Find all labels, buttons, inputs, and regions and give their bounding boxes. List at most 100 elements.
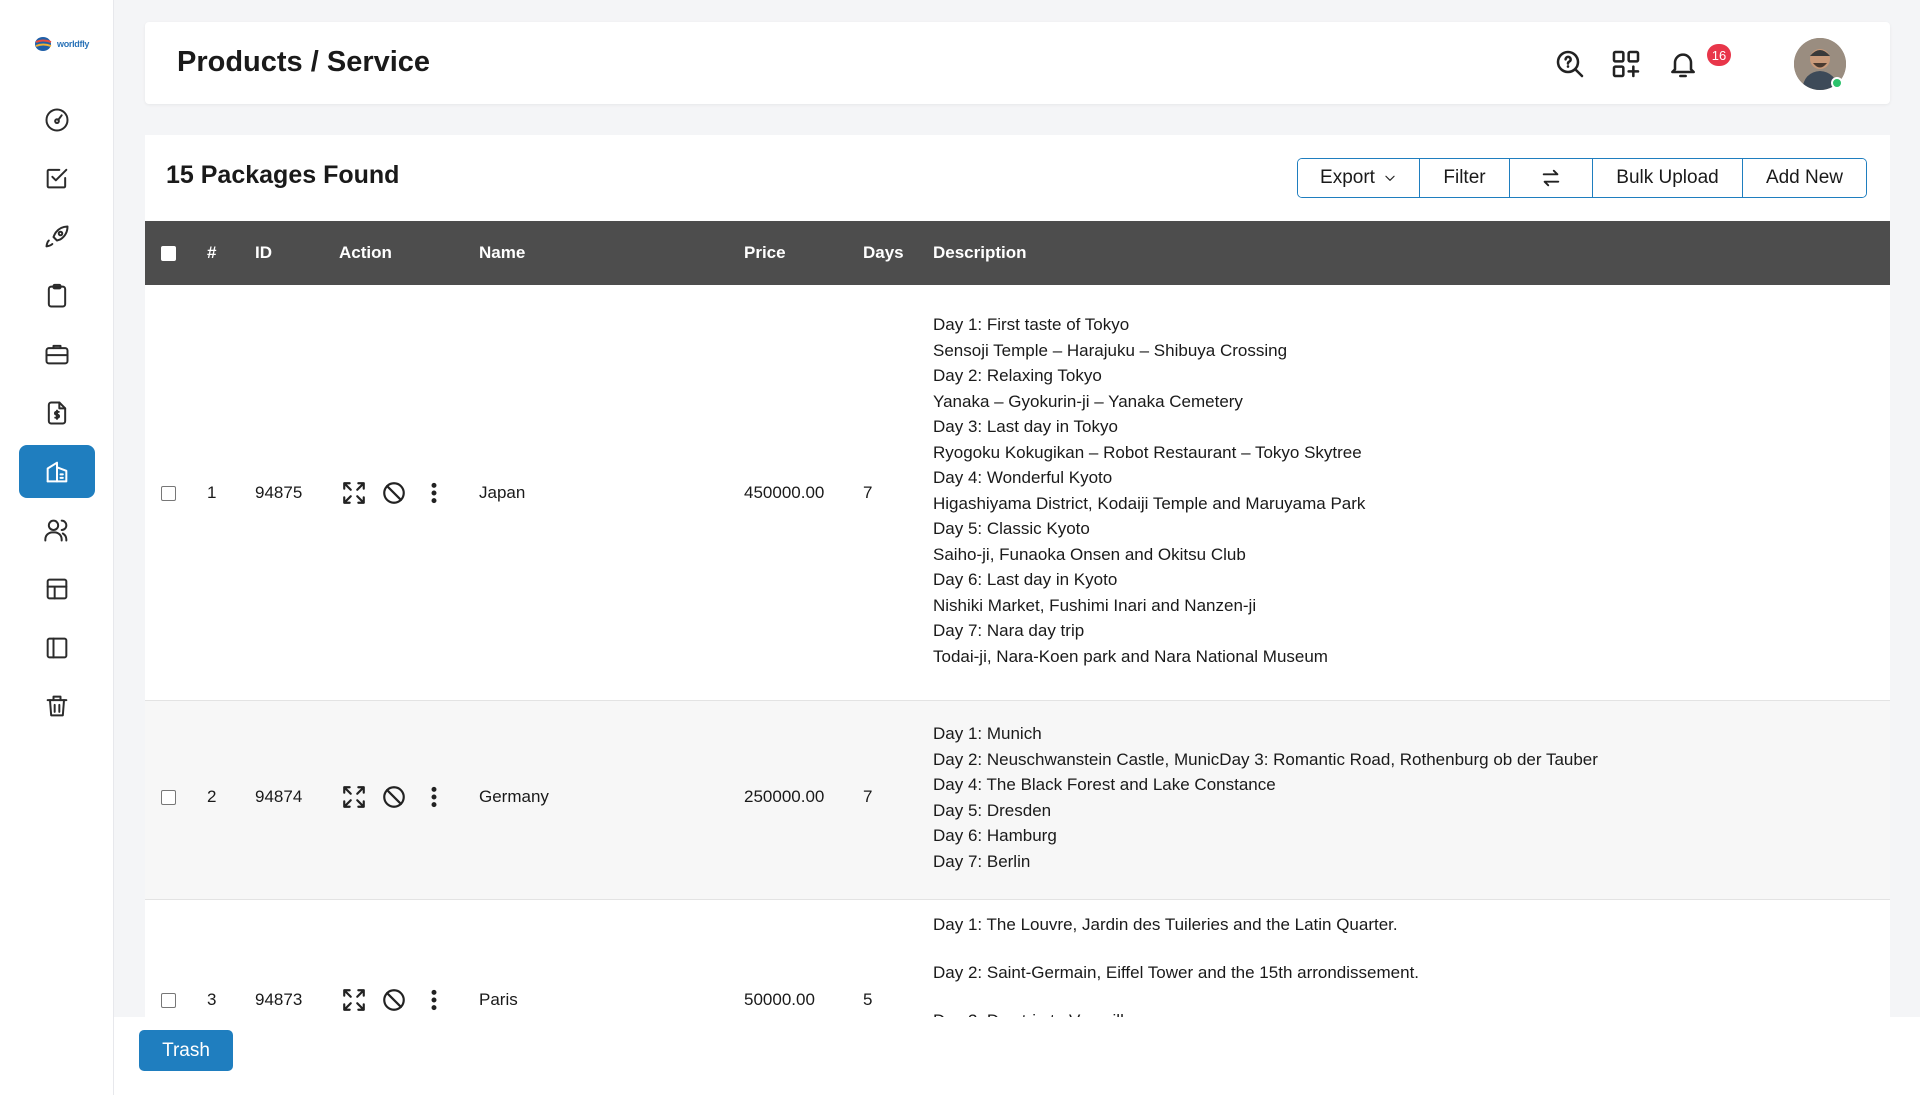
select-all-cell [161, 221, 176, 285]
description-line: Day 6: Hamburg [933, 826, 1057, 845]
row-select-cell [161, 990, 176, 1010]
description-line: Day 1: First taste of Tokyo [933, 315, 1130, 334]
rocket-icon [45, 225, 69, 248]
row-index: 3 [207, 990, 217, 1009]
sidebar-item-grid[interactable] [19, 563, 95, 616]
sidebar-item-users[interactable] [19, 504, 95, 557]
row-description: Day 1: The Louvre, Jardin des Tuileries … [933, 913, 1419, 1017]
table-header: # ID Action Name Price Days Description [145, 221, 1890, 285]
page-title: Products / Service [177, 46, 431, 78]
description-line: Day 7: Berlin [933, 851, 1031, 871]
export-label: Export [1320, 167, 1375, 188]
description-line: Day 2: Saint-Germain, Eiffel Tower and t… [933, 963, 1420, 982]
description-line: Day 5: Dresden [933, 800, 1052, 820]
select-all-checkbox[interactable] [161, 245, 176, 261]
description-line: Day 7: Nara day trip [933, 621, 1085, 640]
column-id: ID [255, 243, 272, 262]
description-line: Sensoji Temple – Harajuku – Shibuya Cros… [933, 340, 1288, 360]
sidebar-item-invoices[interactable] [19, 386, 95, 439]
table-row[interactable]: 1 94875 Japan 450000.00 7 Day 1: First t… [145, 285, 1890, 701]
apps-add-icon [1612, 50, 1640, 78]
row-select-cell [161, 787, 176, 807]
sidebar-item-products[interactable] [19, 445, 95, 499]
row-checkbox[interactable] [161, 485, 176, 501]
app-logo[interactable]: worldfly [34, 34, 92, 54]
description-line [933, 985, 1419, 1009]
description-line: Yanaka – Gyokurin-ji – Yanaka Cemetery [933, 391, 1243, 411]
description-line: Day 4: Wonderful Kyoto [933, 468, 1113, 487]
description-line: Saiho-ji, Funaoka Onsen and Okitsu Club [933, 544, 1246, 564]
row-description: Day 1: First taste of Tokyo Sensoji Temp… [933, 312, 1365, 669]
sidebar-item-panel[interactable] [19, 621, 95, 674]
apps-add-button[interactable] [1608, 46, 1644, 82]
expand-button[interactable] [341, 784, 367, 810]
filter-button[interactable]: Filter [1420, 159, 1510, 197]
briefcase-icon [45, 345, 69, 365]
row-actions [341, 480, 447, 506]
table-row[interactable]: 3 94873 Paris 50000.00 5 Day 1: The Louv… [145, 900, 1890, 1017]
logo-text: worldfly [57, 39, 90, 49]
sidebar-item-trash[interactable] [19, 680, 95, 733]
disable-button[interactable] [381, 784, 407, 810]
description-line: Ryogoku Kokugikan – Robot Restaurant – T… [933, 442, 1362, 462]
more-options-button[interactable] [421, 784, 447, 810]
more-options-button[interactable] [421, 480, 447, 506]
sidebar: worldfly [0, 0, 114, 1095]
column-description: Description [933, 243, 1027, 262]
swap-arrows-icon [1542, 169, 1560, 187]
description-line: Day 5: Classic Kyoto [933, 519, 1090, 538]
row-select-cell [161, 483, 176, 503]
chevron-down-icon [1385, 175, 1395, 181]
add-new-label: Add New [1765, 167, 1844, 188]
description-line: Day 3: Last day in Tokyo [933, 417, 1118, 436]
row-description: Day 1: Munich Day 2: Neuschwanstein Cast… [933, 721, 1598, 874]
column-name: Name [479, 243, 526, 262]
help-search-icon [1556, 50, 1584, 78]
grid-icon [46, 578, 68, 600]
description-line: Day 1: Munich [933, 724, 1042, 743]
checklist-icon [46, 169, 68, 189]
sidebar-item-dashboard[interactable] [19, 93, 95, 146]
filter-label: Filter [1443, 167, 1486, 188]
table-row[interactable]: 2 94874 Germany 250000.00 7 Day 1: Munic… [145, 701, 1890, 900]
clipboard-icon [47, 283, 67, 308]
sidebar-item-clipboard[interactable] [19, 269, 95, 322]
description-line: Day 3: Day trip to Versailles [933, 1009, 1419, 1017]
column-price: Price [744, 243, 786, 262]
help-search-button[interactable] [1552, 46, 1588, 82]
row-days: 7 [863, 483, 873, 502]
row-price: 50000.00 [744, 990, 815, 1009]
swap-button[interactable] [1510, 159, 1593, 197]
trash-button[interactable]: Trash [139, 1030, 233, 1071]
bulk-upload-button[interactable]: Bulk Upload [1593, 159, 1743, 197]
row-price: 250000.00 [744, 787, 825, 806]
more-vertical-icon [431, 786, 437, 808]
disable-button[interactable] [381, 480, 407, 506]
disable-button[interactable] [381, 987, 407, 1013]
users-icon [44, 519, 68, 542]
row-checkbox[interactable] [161, 992, 176, 1008]
description-line: Day 1: The Louvre, Jardin des Tuileries … [933, 915, 1398, 934]
more-options-button[interactable] [421, 987, 447, 1013]
expand-icon [343, 482, 365, 504]
sidebar-item-tasks[interactable] [19, 152, 95, 205]
description-line [933, 937, 1419, 961]
row-name: Japan [479, 483, 526, 502]
more-vertical-icon [431, 482, 437, 504]
products-icon [46, 461, 68, 482]
expand-button[interactable] [341, 480, 367, 506]
panel-icon [46, 637, 68, 659]
description-line: Nishiki Market, Fushimi Inari and Nanzen… [933, 595, 1257, 615]
row-checkbox[interactable] [161, 789, 176, 805]
sidebar-item-briefcase[interactable] [19, 328, 95, 381]
expand-button[interactable] [341, 987, 367, 1013]
add-new-button[interactable]: Add New [1743, 159, 1866, 197]
row-price: 450000.00 [744, 483, 825, 502]
export-button[interactable]: Export [1298, 159, 1420, 197]
row-actions [341, 987, 447, 1013]
sidebar-item-launch[interactable] [19, 210, 95, 263]
packages-card: 15 Packages Found Export Filter Bulk Upl… [145, 135, 1890, 1017]
row-id: 94873 [255, 990, 303, 1009]
ban-icon [383, 786, 405, 808]
notifications-button[interactable] [1665, 46, 1701, 82]
